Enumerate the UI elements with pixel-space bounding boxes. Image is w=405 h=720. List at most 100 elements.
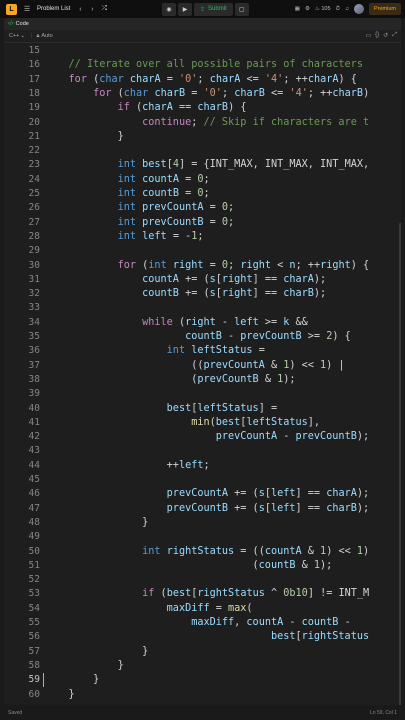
code-text: continue; // Skip if characters are t <box>142 116 370 128</box>
autocomplete-toggle[interactable]: 🔒︎ Auto <box>36 33 52 40</box>
language-select[interactable]: C++ ⌄ <box>9 33 25 39</box>
tab-code[interactable]: ‹/› Code <box>8 21 29 27</box>
editor-tools: ▭ {} ↺ ⤢ <box>365 32 397 39</box>
chevron-down-icon: ⌄ <box>20 33 26 39</box>
line-number: 24 <box>28 173 40 185</box>
code-line[interactable]: 43 <box>4 444 401 458</box>
code-editor[interactable]: 15 16 // Iterate over all possible pairs … <box>4 43 401 705</box>
settings-icon[interactable]: ⚙ <box>305 6 310 12</box>
code-text: int prevCountB = 0; <box>117 216 235 228</box>
avatar[interactable] <box>353 4 364 14</box>
code-line[interactable]: 59 } <box>4 673 401 687</box>
code-line[interactable]: 58 } <box>4 659 401 673</box>
premium-button[interactable]: Premium <box>368 3 401 15</box>
line-number: 20 <box>28 116 40 128</box>
code-line[interactable]: 53 if (best[rightStatus ^ 0b10] != INT_M <box>4 587 401 601</box>
problem-list-icon[interactable]: ☰ <box>21 3 33 15</box>
code-line[interactable]: 26 int prevCountA = 0; <box>4 201 401 215</box>
code-text: ++left; <box>44 459 210 471</box>
code-line[interactable]: 35 countB - prevCountB >= 2) { <box>4 330 401 344</box>
prev-problem-icon[interactable]: ‹ <box>74 3 86 15</box>
code-line[interactable]: 36 int leftStatus = <box>4 344 401 358</box>
code-line[interactable]: 39 <box>4 387 401 401</box>
code-text: countB += (s[right] == charB); <box>142 288 327 300</box>
code-line[interactable]: 23 int best[4] = {INT_MAX, INT_MAX, INT_… <box>4 158 401 172</box>
line-number: 30 <box>28 259 40 271</box>
expand-icon[interactable]: ⤢ <box>392 32 397 39</box>
code-line[interactable]: 29 <box>4 244 401 258</box>
code-text: int countB = 0; <box>117 188 210 199</box>
code-line[interactable]: 48 } <box>4 516 401 530</box>
code-line[interactable]: 20 continue; // Skip if characters are t <box>4 116 401 130</box>
code-line[interactable]: 31 countA += (s[right] == charA); <box>4 273 401 287</box>
code-line[interactable]: 28 int left = -1; <box>4 230 401 244</box>
line-number: 58 <box>28 659 40 671</box>
code-line[interactable]: 40 best[leftStatus] = <box>4 402 401 416</box>
line-number: 19 <box>28 102 40 114</box>
line-number: 44 <box>28 459 40 471</box>
notes-button[interactable]: ▢ <box>234 2 249 16</box>
toolbar-divider: | <box>31 33 33 39</box>
code-line[interactable]: 60 } <box>4 688 401 702</box>
code-line[interactable]: 30 for (int right = 0; right < n; ++righ… <box>4 259 401 273</box>
code-line[interactable]: 19 if (charA == charB) { <box>4 101 401 115</box>
line-number: 49 <box>28 531 40 543</box>
code-line[interactable]: 44 ++left; <box>4 459 401 473</box>
line-number: 28 <box>28 230 40 242</box>
problem-list-link[interactable]: Problem List <box>37 6 70 12</box>
code-line[interactable]: 33 <box>4 301 401 315</box>
code-line[interactable]: 54 maxDiff = max( <box>4 602 401 616</box>
code-line[interactable]: 24 int countA = 0; <box>4 173 401 187</box>
line-number: 43 <box>28 445 40 457</box>
code-line[interactable]: 57 } <box>4 645 401 659</box>
code-line[interactable]: 21 } <box>4 130 401 144</box>
line-number: 16 <box>28 59 40 71</box>
code-line[interactable]: 55 maxDiff, countA - countB - <box>4 616 401 630</box>
code-line[interactable]: 15 <box>4 44 401 58</box>
line-number: 35 <box>28 331 40 342</box>
shuffle-icon[interactable]: ⤮ <box>98 3 110 15</box>
code-text: min(best[leftStatus], <box>191 416 321 428</box>
code-line[interactable]: 50 int rightStatus = ((countA & 1) << 1) <box>4 545 401 559</box>
run-button[interactable]: ▶ <box>178 2 192 16</box>
notification-icon[interactable]: ♫ <box>345 6 349 12</box>
code-line[interactable]: 34 while (right - left >= k && <box>4 316 401 330</box>
code-line[interactable]: 18 for (char charB = '0'; charB <= '4'; … <box>4 87 401 101</box>
bookmark-icon[interactable]: ▭ <box>365 32 371 39</box>
leetcode-logo-icon[interactable]: L <box>6 3 17 15</box>
code-text: while (right - left >= k && <box>142 316 308 328</box>
code-line[interactable]: 42 prevCountA - prevCountB); <box>4 430 401 444</box>
code-text: } <box>44 645 149 657</box>
code-line[interactable]: 47 prevCountB += (s[left] == charB); <box>4 502 401 516</box>
code-line[interactable]: 51 (countB & 1); <box>4 559 401 573</box>
line-number: 57 <box>28 645 40 657</box>
line-number: 39 <box>28 388 40 400</box>
code-line[interactable]: 45 <box>4 473 401 487</box>
code-line[interactable]: 16 // Iterate over all possible pairs of… <box>4 58 401 72</box>
code-line[interactable]: 41 min(best[leftStatus], <box>4 416 401 430</box>
debug-button[interactable]: ◉ <box>162 2 176 16</box>
code-line[interactable]: 32 countB += (s[right] == charB); <box>4 287 401 301</box>
code-line[interactable]: 27 int prevCountB = 0; <box>4 216 401 230</box>
layout-icon[interactable]: ▦ <box>295 6 300 12</box>
next-problem-icon[interactable]: › <box>86 3 98 15</box>
line-number: 38 <box>28 373 40 385</box>
format-braces-icon[interactable]: {} <box>375 32 379 39</box>
timer-icon[interactable]: ⏱ <box>336 6 340 13</box>
code-line[interactable]: 22 <box>4 144 401 158</box>
code-line[interactable]: 46 prevCountA += (s[left] == charA); <box>4 487 401 501</box>
streak-counter[interactable]: ♨ 105 <box>315 6 331 12</box>
code-line[interactable]: 37 ((prevCountA & 1) << 1) | <box>4 359 401 373</box>
submit-button[interactable]: ⇪ Submit <box>194 2 233 16</box>
code-line[interactable]: 38 (prevCountB & 1); <box>4 373 401 387</box>
code-line[interactable]: 56 best[rightStatus <box>4 630 401 644</box>
reset-icon[interactable]: ↺ <box>383 32 388 39</box>
code-line[interactable]: 52 <box>4 573 401 587</box>
code-text: best[leftStatus] = <box>166 402 278 414</box>
code-line[interactable]: 49 <box>4 530 401 544</box>
code-line[interactable]: 17 for (char charA = '0'; charA <= '4'; … <box>4 73 401 87</box>
code-text: for (char charA = '0'; charA <= '4'; ++c… <box>68 73 357 85</box>
line-number: 32 <box>28 288 40 300</box>
code-text: // Iterate over all possible pairs of ch… <box>68 59 363 71</box>
code-line[interactable]: 25 int countB = 0; <box>4 187 401 201</box>
